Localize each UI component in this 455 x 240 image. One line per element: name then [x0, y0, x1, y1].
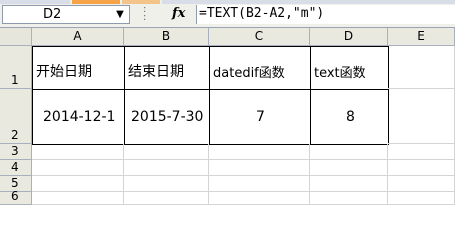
cell-a1[interactable]: 开始日期 [32, 46, 125, 90]
formula-input[interactable]: =TEXT(B2-A2,"m") [196, 5, 455, 24]
cell-c1[interactable]: datedif函数 [209, 46, 311, 90]
cell-a4[interactable] [32, 160, 124, 176]
cell-a2[interactable]: 2014-12-1 [32, 89, 125, 145]
cell-text: 2014-12-1 [43, 109, 116, 125]
cell-c5[interactable] [209, 176, 310, 192]
cell-b2[interactable]: 2015-7-30 [124, 89, 210, 145]
select-all-corner[interactable] [0, 28, 32, 46]
row-number: 1 [11, 73, 19, 87]
formula-bar: D2 ▼ :: fx =TEXT(B2-A2,"m") [0, 0, 455, 28]
row-header-4[interactable]: 4 [0, 160, 32, 176]
cell-c6[interactable] [209, 192, 310, 205]
name-box-value: D2 [43, 7, 62, 22]
column-header-a[interactable]: A [32, 28, 124, 46]
formula-text: =TEXT(B2-A2,"m") [199, 6, 325, 21]
cell-d3[interactable] [310, 144, 388, 160]
column-header-d[interactable]: D [310, 28, 388, 46]
cell-a6[interactable] [32, 192, 124, 205]
row-number: 4 [11, 160, 19, 174]
cell-b1[interactable]: 结束日期 [124, 46, 210, 90]
cell-text: datedif函数 [213, 66, 285, 81]
cell-a3[interactable] [32, 144, 124, 160]
row-header-1[interactable]: 1 [0, 46, 32, 89]
cell-b6[interactable] [124, 192, 209, 205]
toolbar-strip [0, 0, 70, 4]
insert-function-icon[interactable]: fx [172, 6, 185, 21]
cell-e2[interactable] [388, 89, 455, 144]
cell-text: 7 [256, 109, 265, 125]
splitter-handle[interactable]: :: [143, 5, 151, 23]
cell-c3[interactable] [209, 144, 310, 160]
cell-text: 2015-7-30 [131, 109, 204, 125]
row-number: 5 [11, 176, 19, 190]
column-header-e[interactable]: E [388, 28, 455, 46]
cell-text: 开始日期 [36, 64, 92, 80]
toolbar-strip-accent [72, 0, 120, 4]
cell-text: 8 [346, 109, 355, 125]
column-header-b[interactable]: B [124, 28, 209, 46]
column-header-c[interactable]: C [209, 28, 310, 46]
cell-d2[interactable]: 8 [310, 89, 389, 145]
cell-c4[interactable] [209, 160, 310, 176]
cell-d4[interactable] [310, 160, 388, 176]
cell-b4[interactable] [124, 160, 209, 176]
row-header-2[interactable]: 2 [0, 89, 32, 144]
cell-e3[interactable] [388, 144, 455, 160]
cell-e5[interactable] [388, 176, 455, 192]
cell-e4[interactable] [388, 160, 455, 176]
name-box[interactable]: D2 ▼ [2, 5, 130, 24]
chevron-down-icon[interactable]: ▼ [111, 8, 129, 22]
cell-b3[interactable] [124, 144, 209, 160]
cell-b5[interactable] [124, 176, 209, 192]
cell-text: 结束日期 [128, 64, 184, 80]
cell-d5[interactable] [310, 176, 388, 192]
cell-d1[interactable]: text函数 [310, 46, 389, 90]
cell-e1[interactable] [388, 46, 455, 89]
row-number: 6 [11, 189, 19, 203]
row-header-3[interactable]: 3 [0, 144, 32, 160]
row-header-6[interactable]: 6 [0, 189, 32, 205]
cell-a5[interactable] [32, 176, 124, 192]
cell-c2[interactable]: 7 [209, 89, 311, 145]
toolbar-strip-accent-light [122, 0, 160, 4]
cell-text: text函数 [314, 66, 366, 81]
toolbar-strip-right [162, 0, 455, 4]
row-number: 2 [11, 128, 19, 142]
cell-d6[interactable] [310, 192, 388, 205]
cell-e6[interactable] [388, 192, 455, 205]
row-number: 3 [11, 144, 19, 158]
